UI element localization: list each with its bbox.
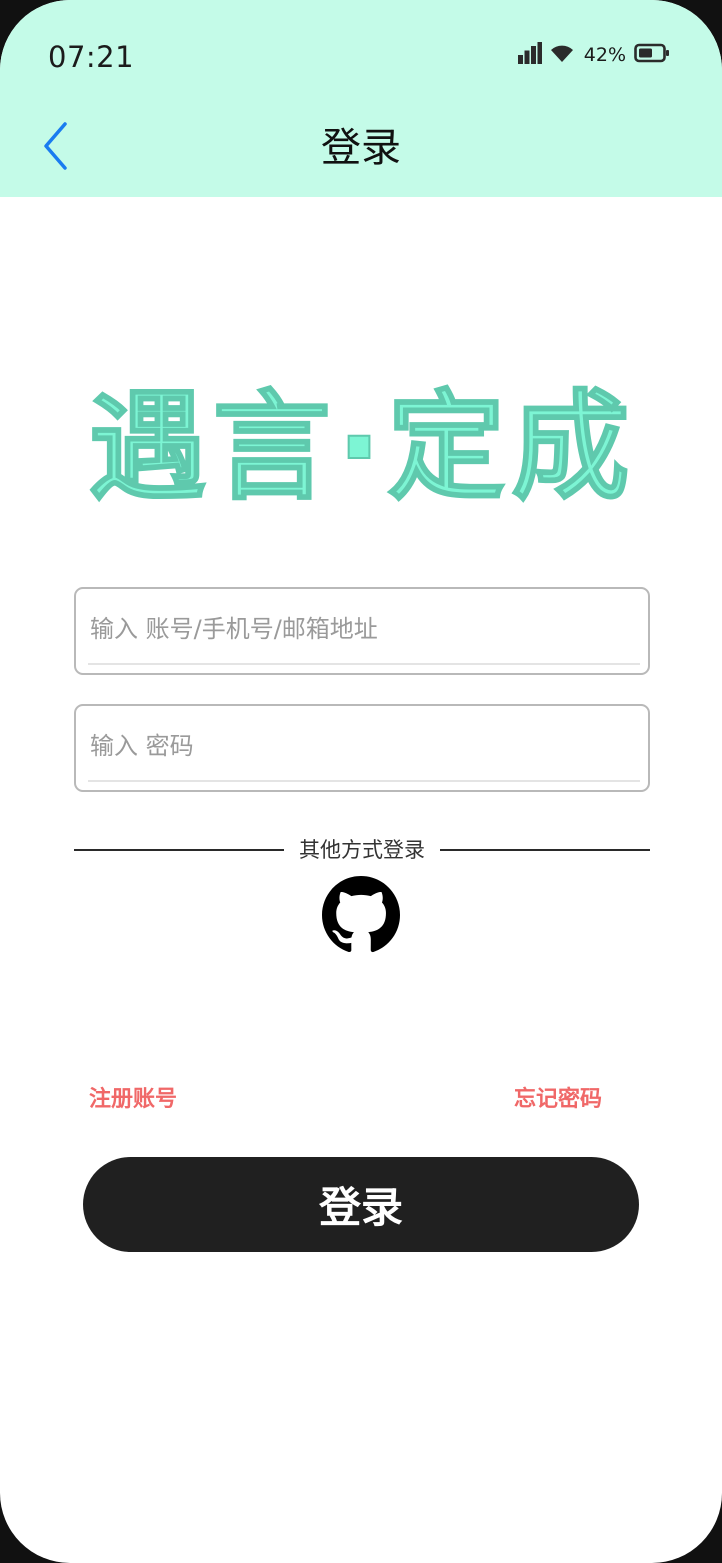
password-underline: [88, 780, 640, 782]
logo-text: 遇言·定成: [89, 378, 636, 510]
divider-line-left: [74, 849, 284, 851]
github-icon: [322, 876, 400, 958]
status-time: 07:21: [48, 40, 135, 74]
page-title: 登录: [321, 125, 401, 171]
top-bar: 07:21 42% 登录: [0, 0, 722, 197]
account-underline: [88, 663, 640, 665]
register-link[interactable]: 注册账号: [89, 1082, 177, 1118]
other-login-divider: 其他方式登录: [74, 832, 650, 868]
login-screen: 07:21 42% 登录 遇言·定成 输入 账号/手机号/邮箱地址 其他方式登录…: [0, 0, 722, 1563]
login-button[interactable]: 登录: [83, 1157, 639, 1252]
signal-icon: [517, 42, 542, 68]
password-field: [74, 704, 650, 792]
password-input[interactable]: [88, 720, 640, 772]
forgot-password-link[interactable]: 忘记密码: [514, 1082, 602, 1118]
battery-icon: [634, 43, 670, 67]
account-input[interactable]: [88, 603, 640, 655]
status-icons: 42%: [517, 40, 670, 70]
chevron-left-icon: [41, 120, 71, 176]
github-login-button[interactable]: [322, 876, 400, 954]
divider-line-right: [440, 849, 650, 851]
wifi-icon: [550, 43, 574, 67]
account-field: [74, 587, 650, 675]
battery-percent: 42%: [583, 44, 626, 66]
app-logo: 遇言·定成: [55, 370, 670, 517]
back-button[interactable]: [30, 118, 82, 178]
